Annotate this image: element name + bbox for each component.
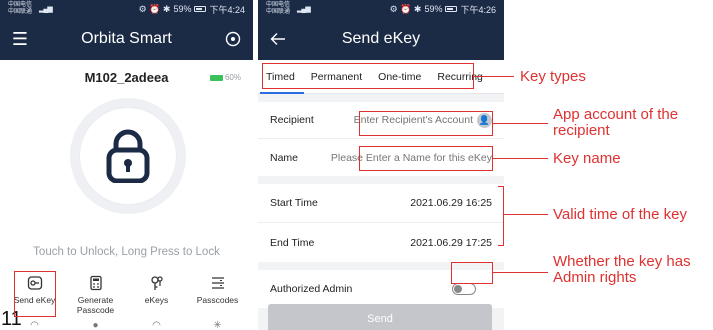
list-icon <box>187 275 248 295</box>
generate-passcode-tool[interactable]: Generate Passcode <box>65 275 126 315</box>
recipient-row: Recipient 👤 <box>258 102 504 139</box>
home-toolbar: Send eKey Generate Passcode eKeys Passco… <box>4 275 249 315</box>
battery-icon <box>194 6 207 12</box>
lock-battery-value: 60% <box>224 73 241 82</box>
contact-icon[interactable]: 👤 <box>477 112 492 128</box>
name-input[interactable] <box>330 151 492 164</box>
status-bar-2: 中国电信 中国联通 ▂▄▆ ⚙ ⏰ ✱ 59% 下午4:26 <box>258 0 504 18</box>
key-types-annotation: Key types <box>520 68 586 85</box>
end-time-row[interactable]: End Time 2021.06.29 17:25 <box>258 223 504 262</box>
battery-level-icon <box>209 74 223 81</box>
partial-icon-4[interactable]: ✳ <box>187 320 248 330</box>
app-account-annotation: App account of the recipient <box>553 106 679 139</box>
key-name-annotation: Key name <box>553 150 621 167</box>
signal-icon-2: ▂▄▆ <box>297 6 311 13</box>
tab-permanent[interactable]: Permanent <box>303 71 370 83</box>
battery-percent-2: 59% <box>424 4 443 14</box>
valid-time-annotation: Valid time of the key <box>553 206 687 223</box>
ekeys-label: eKeys <box>144 295 169 305</box>
status-icons-2: ⚙ ⏰ ✱ <box>389 3 422 14</box>
battery-icon-2 <box>445 6 458 12</box>
lock-battery: 60% <box>209 73 241 82</box>
status-icons: ⚙ ⏰ ✱ <box>138 3 171 14</box>
generate-passcode-label: Generate Passcode <box>76 295 115 315</box>
unlock-button[interactable] <box>70 98 186 214</box>
admin-row: Authorized Admin <box>258 270 504 308</box>
start-time-label: Start Time <box>270 197 318 209</box>
key-type-tabs: Timed Permanent One-time Recurring <box>258 60 504 94</box>
send-ekey-label: Send eKey <box>13 295 56 305</box>
page-number: 11 <box>1 308 22 330</box>
toolbar-second-row: ◠ ● ◠ ✳ <box>4 320 249 330</box>
send-ekey-screen: 中国电信 中国联通 ▂▄▆ ⚙ ⏰ ✱ 59% 下午4:26 Send eKey… <box>258 0 504 330</box>
ekeys-tool[interactable]: eKeys <box>126 275 187 315</box>
tab-recurring[interactable]: Recurring <box>429 71 491 83</box>
tab-one-time[interactable]: One-time <box>370 71 429 83</box>
end-time-label: End Time <box>270 236 315 249</box>
back-arrow-icon[interactable] <box>258 18 298 60</box>
send-button[interactable]: Send <box>268 304 492 330</box>
start-time-row[interactable]: Start Time 2021.06.29 16:25 <box>258 184 504 223</box>
active-tab-indicator <box>260 92 304 94</box>
target-icon[interactable] <box>213 18 253 60</box>
start-time-value[interactable]: 2021.06.29 16:25 <box>410 197 492 209</box>
recipient-label: Recipient <box>270 114 314 126</box>
carrier-text: 中国电信 中国联通 <box>8 2 33 15</box>
menu-icon[interactable]: ☰ <box>0 18 40 60</box>
key-send-icon <box>4 275 65 295</box>
end-time-value[interactable]: 2021.06.29 17:25 <box>410 237 492 249</box>
time-card: Start Time 2021.06.29 16:25 End Time 202… <box>258 184 504 262</box>
admin-label: Authorized Admin <box>270 283 353 295</box>
home-screen: 中国电信 中国联通 ▂▄▆ ⚙ ⏰ ✱ 59% 下午4:24 ☰ Orbita … <box>0 0 253 330</box>
partial-icon-2[interactable]: ● <box>65 320 126 330</box>
status-time: 下午4:24 <box>209 4 245 15</box>
recipient-card: Recipient 👤 Name <box>258 102 504 176</box>
home-navbar: ☰ Orbita Smart <box>0 18 253 60</box>
partial-icon-3[interactable]: ◠ <box>126 320 187 330</box>
admin-rights-annotation: Whether the key has Admin rights <box>553 253 691 286</box>
name-label: Name <box>270 151 299 164</box>
status-time-2: 下午4:26 <box>460 4 496 15</box>
keys-icon <box>126 275 187 295</box>
name-row: Name <box>258 139 504 176</box>
admin-toggle[interactable] <box>452 283 476 295</box>
passcodes-tool[interactable]: Passcodes <box>187 275 248 315</box>
valid-time-leader <box>504 214 548 215</box>
send-navbar: Send eKey <box>258 18 504 60</box>
recipient-input[interactable] <box>351 114 473 126</box>
recipient-field-wrap: 👤 <box>351 112 492 128</box>
admin-card: Authorized Admin <box>258 270 504 308</box>
unlock-hint: Touch to Unlock, Long Press to Lock <box>33 246 220 258</box>
status-bar: 中国电信 中国联通 ▂▄▆ ⚙ ⏰ ✱ 59% 下午4:24 <box>0 0 253 18</box>
passcodes-label: Passcodes <box>196 295 239 305</box>
lock-button-inner[interactable] <box>80 108 176 204</box>
tab-timed[interactable]: Timed <box>258 71 303 83</box>
battery-percent: 59% <box>173 4 192 14</box>
carrier-text-2: 中国电信 中国联通 <box>266 2 291 15</box>
calculator-icon <box>65 275 126 295</box>
padlock-icon <box>106 129 150 183</box>
signal-icon: ▂▄▆ <box>39 6 53 13</box>
